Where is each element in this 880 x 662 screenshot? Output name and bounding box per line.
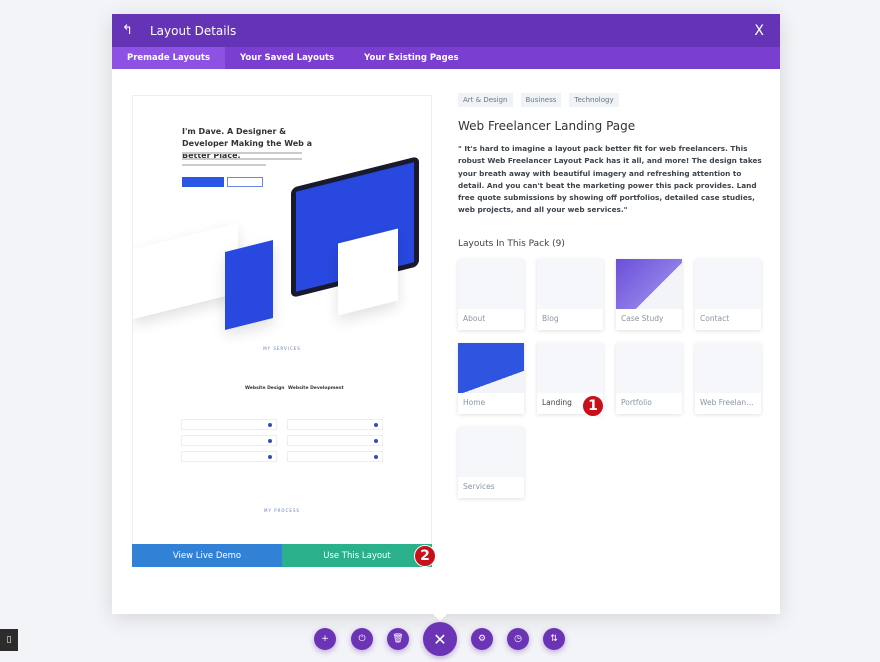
layout-card-blog[interactable]: Blog — [537, 258, 603, 330]
layout-card-label: Blog — [542, 313, 559, 323]
category-tags: Art & Design Business Technology — [458, 93, 763, 107]
layout-card-label: Home — [463, 397, 486, 407]
plus-icon: + — [321, 634, 329, 644]
process-heading: MY PROCESS — [264, 508, 300, 513]
close-icon: ✕ — [433, 629, 447, 649]
layout-card-web-freelancer[interactable]: Web Freelancer — [695, 342, 761, 414]
trash-button[interactable]: 🗑 — [387, 628, 409, 650]
sort-button[interactable]: ⇅ — [543, 628, 565, 650]
modal-title: Layout Details — [150, 23, 237, 38]
layout-details-modal: ↰ Layout Details X Premade Layouts Your … — [112, 14, 780, 614]
layout-thumbnail — [458, 342, 524, 393]
back-icon[interactable]: ↰ — [122, 23, 142, 38]
modal-header: ↰ Layout Details X — [112, 14, 780, 47]
tab-premade-layouts[interactable]: Premade Layouts — [112, 47, 226, 69]
layout-card-landing[interactable]: Landing 1 — [537, 342, 604, 417]
layout-card-label: Portfolio — [621, 397, 652, 407]
preview-actions: View Live Demo Use This Layout — [132, 544, 432, 567]
close-button[interactable]: ✕ — [423, 622, 457, 656]
layout-thumbnail — [695, 342, 761, 393]
layout-thumbnail — [458, 426, 524, 477]
view-live-demo-button[interactable]: View Live Demo — [132, 544, 282, 567]
layout-thumbnail — [458, 258, 524, 309]
layout-card-services[interactable]: Services — [458, 426, 524, 498]
tab-saved-layouts[interactable]: Your Saved Layouts — [225, 47, 349, 69]
service-title: Website Design — [245, 386, 285, 391]
layout-card-home[interactable]: Home — [458, 342, 524, 414]
layout-card-contact[interactable]: Contact — [695, 258, 761, 330]
layout-description: " It's hard to imagine a layout pack bet… — [458, 144, 762, 215]
preview-mockup — [338, 228, 398, 316]
sort-icon: ⇅ — [550, 634, 558, 644]
layout-thumbnail — [695, 258, 761, 309]
category-tag[interactable]: Technology — [569, 93, 619, 107]
layout-card-label: Services — [463, 481, 495, 491]
layout-thumbnail — [616, 258, 682, 309]
trash-icon: 🗑 — [392, 634, 404, 644]
layout-card-about[interactable]: About — [458, 258, 524, 330]
service-row — [287, 451, 383, 462]
layout-thumbnail — [616, 342, 682, 393]
layout-title: Web Freelancer Landing Page — [458, 119, 636, 133]
preview-mockup — [225, 240, 273, 330]
service-row — [287, 419, 383, 430]
gear-button[interactable]: ⚙ — [471, 628, 493, 650]
layout-card-label: Web Freelancer — [700, 397, 758, 407]
category-tag[interactable]: Art & Design — [458, 93, 513, 107]
gear-icon: ⚙ — [477, 634, 487, 644]
layout-info: Art & Design Business Technology Web Fre… — [458, 93, 763, 498]
annotation-badge-2: 2 — [414, 545, 436, 567]
use-this-layout-button[interactable]: Use This Layout — [282, 544, 432, 567]
toolbar-caret — [431, 612, 449, 621]
close-button[interactable]: X — [748, 23, 770, 39]
annotation-badge-1: 1 — [582, 394, 604, 417]
service-row — [181, 435, 277, 446]
service-title: Website Development — [288, 386, 344, 391]
category-tag[interactable]: Business — [520, 93, 562, 107]
power-button[interactable]: ⏻ — [351, 628, 373, 650]
layout-card-label: Case Study — [621, 313, 664, 323]
history-icon: ◷ — [514, 634, 522, 644]
pack-heading: Layouts In This Pack (9) — [458, 238, 565, 249]
services-heading: MY SERVICES — [263, 346, 301, 351]
preview-text — [182, 152, 302, 170]
service-row — [287, 435, 383, 446]
layout-card-label: About — [463, 313, 486, 323]
preview-mockup — [133, 222, 238, 320]
service-row — [181, 451, 277, 462]
layout-card-case-study[interactable]: Case Study — [616, 258, 682, 330]
layout-card-label: Contact — [700, 313, 730, 323]
mobile-view-icon[interactable]: ▯ — [0, 629, 18, 651]
layout-preview[interactable]: I'm Dave. A Designer & Developer Making … — [132, 95, 432, 567]
tab-bar: Premade Layouts Your Saved Layouts Your … — [112, 47, 780, 69]
layout-thumbnail — [537, 258, 603, 309]
layout-card-portfolio[interactable]: Portfolio — [616, 342, 682, 414]
preview-button — [227, 177, 263, 187]
history-button[interactable]: ◷ — [507, 628, 529, 650]
layout-grid: About Blog Case Study Contact Home Landing 1 Po… — [458, 258, 763, 498]
power-icon: ⏻ — [358, 634, 366, 644]
tab-existing-pages[interactable]: Your Existing Pages — [349, 47, 473, 69]
plus-button[interactable]: + — [314, 628, 336, 650]
layout-thumbnail — [537, 342, 603, 393]
service-row — [181, 419, 277, 430]
preview-button — [182, 177, 224, 187]
